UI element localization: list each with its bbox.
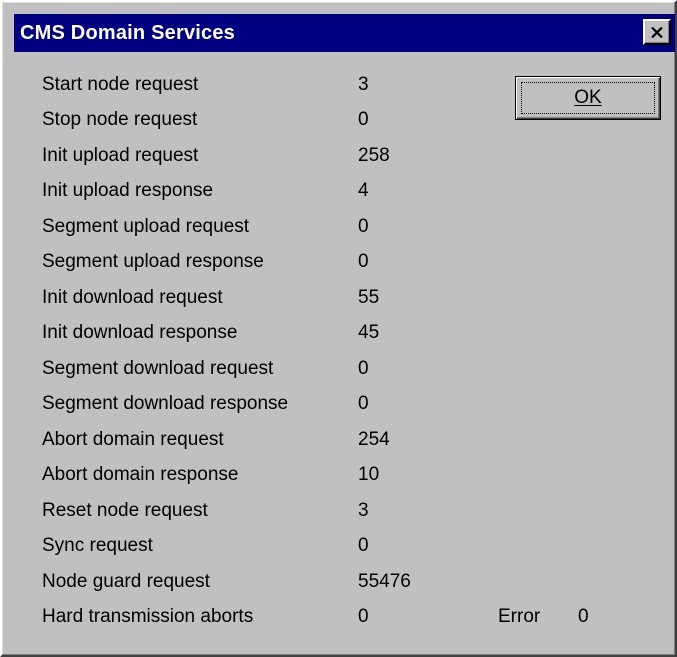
stat-row: Segment download response 0 [2, 393, 675, 423]
close-button[interactable] [643, 19, 671, 45]
stat-label: Abort domain request [42, 429, 224, 450]
stat-label: Start node request [42, 74, 199, 95]
stat-row: Node guard request 55476 [2, 571, 675, 601]
error-label: Error [498, 606, 541, 627]
stat-row: Sync request 0 [2, 535, 675, 565]
stat-label: Init download response [42, 322, 238, 343]
stat-row: Start node request 3 [2, 74, 675, 104]
stat-label: Segment upload response [42, 251, 264, 272]
stat-row: Segment download request 0 [2, 358, 675, 388]
stat-label: Init upload response [42, 180, 214, 201]
stat-label: Segment download response [42, 393, 289, 414]
stat-label: Segment download request [42, 358, 274, 379]
stat-row: Stop node request 0 [2, 109, 675, 139]
stat-value: 0 [358, 606, 369, 627]
stat-label: Segment upload request [42, 216, 250, 237]
stat-label: Sync request [42, 535, 153, 556]
stat-value: 0 [358, 535, 369, 556]
stat-value: 55476 [358, 571, 411, 592]
stat-value: 45 [358, 322, 380, 343]
stat-row: Abort domain response 10 [2, 464, 675, 494]
stat-label: Node guard request [42, 571, 210, 592]
stat-value: 0 [358, 393, 369, 414]
stat-row: Reset node request 3 [2, 500, 675, 530]
dialog-window: CMS Domain Services OK Start node reques… [0, 0, 677, 657]
stat-value: 55 [358, 287, 380, 308]
stat-label: Init upload request [42, 145, 199, 166]
title-bar[interactable]: CMS Domain Services [14, 14, 675, 52]
stat-value: 0 [358, 216, 369, 237]
window-title: CMS Domain Services [20, 21, 235, 44]
stat-value: 10 [358, 464, 380, 485]
stat-label: Stop node request [42, 109, 198, 130]
stat-label: Hard transmission aborts [42, 606, 254, 627]
stat-value: 0 [358, 358, 369, 379]
stat-row: Segment upload request 0 [2, 216, 675, 246]
stat-row: Segment upload response 0 [2, 251, 675, 281]
stat-value: 3 [358, 500, 369, 521]
stat-row: Init upload request 258 [2, 145, 675, 175]
stat-row: Init download response 45 [2, 322, 675, 352]
stat-row: Hard transmission aborts 0 Error 0 [2, 606, 675, 636]
stat-label: Reset node request [42, 500, 208, 521]
stat-value: 0 [358, 251, 369, 272]
stat-label: Init download request [42, 287, 223, 308]
stat-value: 254 [358, 429, 390, 450]
stat-row: Abort domain request 254 [2, 429, 675, 459]
close-icon [651, 26, 663, 38]
error-value: 0 [578, 606, 589, 627]
stat-value: 0 [358, 109, 369, 130]
stat-value: 258 [358, 145, 390, 166]
stat-label: Abort domain response [42, 464, 239, 485]
stat-value: 3 [358, 74, 369, 95]
stat-row: Init upload response 4 [2, 180, 675, 210]
stat-row: Init download request 55 [2, 287, 675, 317]
stat-value: 4 [358, 180, 369, 201]
